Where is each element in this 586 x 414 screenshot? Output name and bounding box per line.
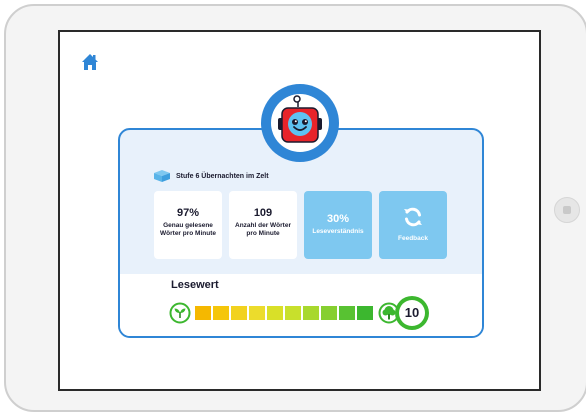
meter-segment xyxy=(303,306,319,320)
refresh-icon xyxy=(404,207,422,227)
meter-segment xyxy=(285,306,301,320)
reading-score-meter xyxy=(169,302,401,324)
reading-score-title: Lesewert xyxy=(171,279,219,291)
feedback-button[interactable]: Feedback xyxy=(379,191,447,259)
robot-icon xyxy=(278,95,322,143)
book-icon xyxy=(154,170,170,182)
meter-segment xyxy=(231,306,247,320)
home-icon[interactable] xyxy=(80,52,100,72)
sprout-icon xyxy=(169,302,191,324)
hardware-home-button[interactable] xyxy=(554,197,580,223)
feedback-label: Feedback xyxy=(398,235,428,242)
meter-segment xyxy=(357,306,373,320)
words-per-minute-value: 109 xyxy=(253,207,273,219)
stat-tile-accuracy: 97% Genau gelesene Wörter pro Minute xyxy=(154,191,222,259)
meter-segment xyxy=(213,306,229,320)
meter-segments xyxy=(195,306,375,320)
meter-segment xyxy=(321,306,337,320)
meter-segment xyxy=(339,306,355,320)
comprehension-value: 30% xyxy=(326,213,350,225)
accuracy-label: Genau gelesene Wörter pro Minute xyxy=(160,222,216,237)
comprehension-label: Leseverständnis xyxy=(312,228,364,235)
meter-segment xyxy=(267,306,283,320)
level-row: Stufe 6 Übernachten im Zelt xyxy=(153,166,269,186)
stat-tile-words-per-minute: 109 Anzahl der Wörter pro Minute xyxy=(229,191,297,259)
meter-segment xyxy=(195,306,211,320)
meter-segment xyxy=(249,306,265,320)
level-title: Stufe 6 Übernachten im Zelt xyxy=(176,172,269,180)
accuracy-value: 97% xyxy=(176,207,200,219)
words-per-minute-label: Anzahl der Wörter pro Minute xyxy=(235,222,291,237)
robot-avatar xyxy=(271,94,329,152)
reading-score-badge: 10 xyxy=(395,296,429,330)
comprehension-button[interactable]: 30% Leseverständnis xyxy=(304,191,372,259)
reading-score-value: 10 xyxy=(399,300,425,326)
